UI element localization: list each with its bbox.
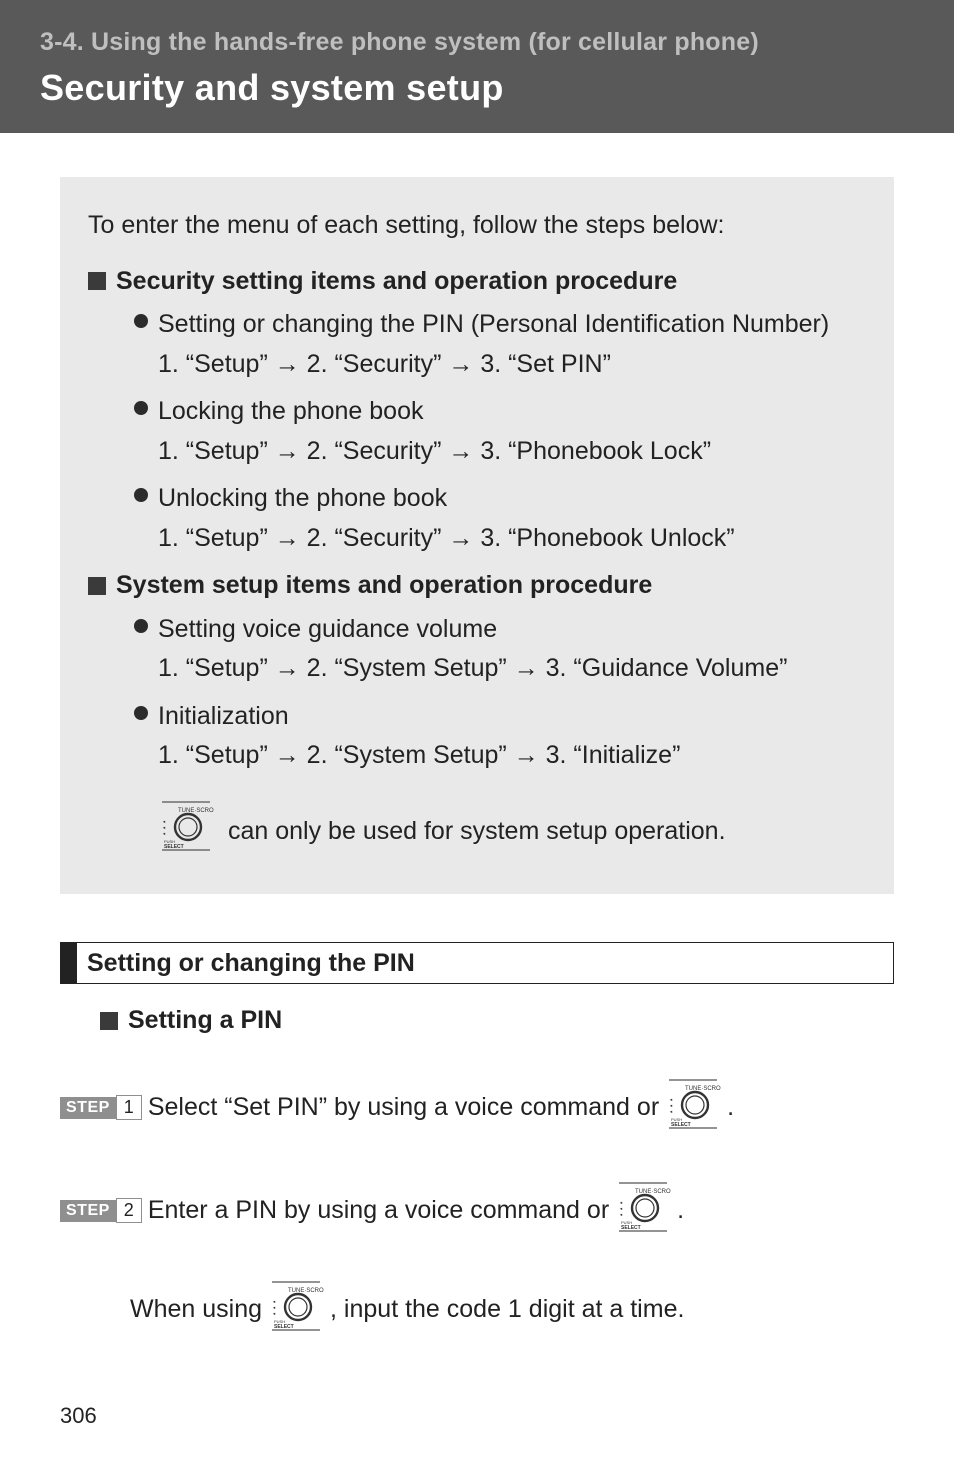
- step-badge: STEP 1: [60, 1094, 142, 1122]
- step-text-after: .: [677, 1196, 684, 1225]
- step-badge-number: 1: [116, 1095, 142, 1120]
- bullet-item: Initialization 1. “Setup” → 2. “System S…: [134, 698, 866, 775]
- bullet-title: Setting or changing the PIN (Personal Id…: [158, 306, 829, 344]
- bullet-title: Locking the phone book: [158, 393, 424, 431]
- group-heading-row: System setup items and operation procedu…: [88, 567, 866, 605]
- bullet-title: Unlocking the phone book: [158, 480, 447, 518]
- menu-path: 1. “Setup” → 2. “Security” → 3. “Set PIN…: [158, 346, 866, 384]
- menu-path: 1. “Setup” → 2. “Security” → 3. “Phonebo…: [158, 433, 866, 471]
- when-using-row: When using , input the code 1 digit at a…: [130, 1279, 894, 1340]
- intro-text: To enter the menu of each setting, follo…: [88, 207, 866, 245]
- menu-path: 1. “Setup” → 2. “System Setup” → 3. “Ini…: [158, 737, 866, 775]
- knob-note-text: can only be used for system setup operat…: [228, 813, 726, 851]
- step-row: STEP 2 Enter a PIN by using a voice comm…: [60, 1180, 894, 1241]
- tune-scroll-knob-icon: [268, 1279, 324, 1340]
- tune-scroll-knob-icon: [158, 799, 214, 865]
- when-text-before: When using: [130, 1295, 262, 1324]
- step-badge: STEP 2: [60, 1197, 142, 1225]
- dot-bullet-icon: [134, 619, 148, 633]
- dot-bullet-icon: [134, 488, 148, 502]
- step-text-after: .: [727, 1093, 734, 1122]
- step-badge-label: STEP: [60, 1097, 116, 1119]
- group-heading-row: Security setting items and operation pro…: [88, 263, 866, 301]
- when-text-after: , input the code 1 digit at a time.: [330, 1295, 684, 1324]
- tune-scroll-knob-icon: [665, 1077, 721, 1138]
- menu-path: 1. “Setup” → 2. “System Setup” → 3. “Gui…: [158, 650, 866, 688]
- tune-scroll-knob-icon: [615, 1180, 671, 1241]
- page-number: 306: [60, 1403, 97, 1429]
- dot-bullet-icon: [134, 706, 148, 720]
- page-header: 3-4. Using the hands-free phone system (…: [0, 0, 954, 133]
- subsection-title: Setting a PIN: [128, 1006, 282, 1035]
- step-text-before: Enter a PIN by using a voice command or: [148, 1196, 609, 1225]
- step-badge-label: STEP: [60, 1200, 116, 1222]
- group-title: System setup items and operation procedu…: [116, 567, 652, 605]
- dot-bullet-icon: [134, 401, 148, 415]
- header-section-label: 3-4. Using the hands-free phone system (…: [40, 28, 914, 57]
- square-bullet-icon: [100, 1012, 118, 1030]
- bullet-item: Setting voice guidance volume 1. “Setup”…: [134, 611, 866, 688]
- bullet-title: Setting voice guidance volume: [158, 611, 497, 649]
- square-bullet-icon: [88, 577, 106, 595]
- square-bullet-icon: [88, 272, 106, 290]
- overview-box: To enter the menu of each setting, follo…: [60, 177, 894, 894]
- bullet-item: Setting or changing the PIN (Personal Id…: [134, 306, 866, 383]
- subsection-row: Setting a PIN: [100, 1006, 894, 1035]
- section-heading-box: Setting or changing the PIN: [60, 942, 894, 984]
- bullet-title: Initialization: [158, 698, 289, 736]
- section-heading-text: Setting or changing the PIN: [77, 949, 415, 978]
- group-title: Security setting items and operation pro…: [116, 263, 677, 301]
- step-text-before: Select “Set PIN” by using a voice comman…: [148, 1093, 659, 1122]
- dot-bullet-icon: [134, 314, 148, 328]
- knob-note-row: can only be used for system setup operat…: [158, 799, 866, 865]
- section-heading-bar-icon: [61, 943, 77, 983]
- step-row: STEP 1 Select “Set PIN” by using a voice…: [60, 1077, 894, 1138]
- bullet-item: Unlocking the phone book 1. “Setup” → 2.…: [134, 480, 866, 557]
- step-badge-number: 2: [116, 1198, 142, 1223]
- menu-path: 1. “Setup” → 2. “Security” → 3. “Phonebo…: [158, 520, 866, 558]
- bullet-item: Locking the phone book 1. “Setup” → 2. “…: [134, 393, 866, 470]
- header-title: Security and system setup: [40, 67, 914, 109]
